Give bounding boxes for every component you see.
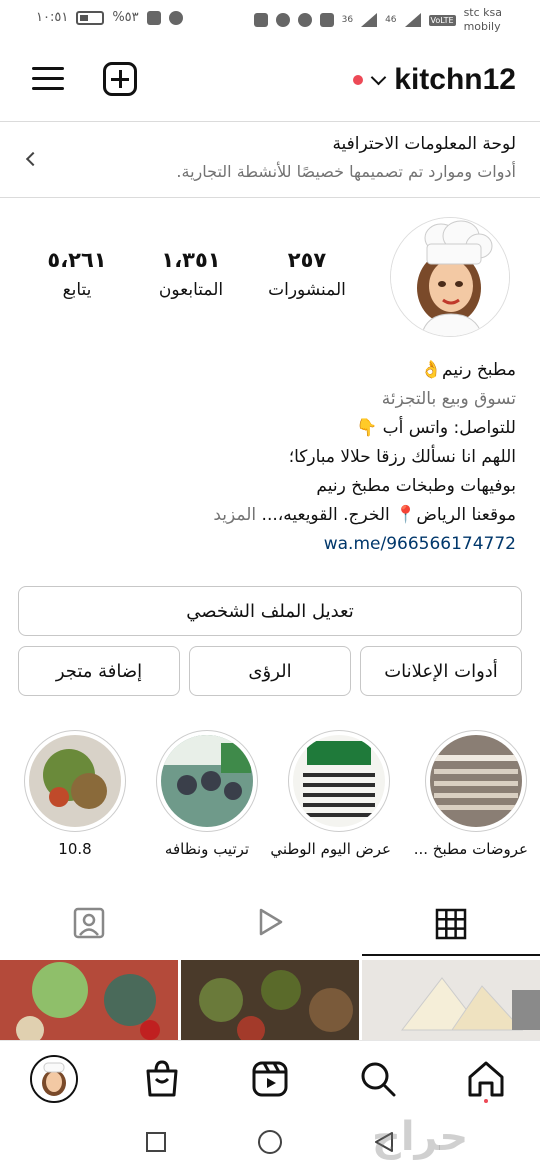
profile-avatar[interactable]: [390, 217, 510, 337]
bio-line-4-text: موقعنا الرياض📍 الخرج. القويعيه،...: [261, 505, 516, 525]
highlight-2-image: [293, 735, 385, 827]
reels-icon: [252, 1061, 288, 1097]
bio-website-link[interactable]: wa.me/966566174772: [16, 530, 516, 559]
profile-name: مطبخ رنيم👌: [420, 360, 516, 380]
highlight-1-label: عروضات مطبخ ...: [413, 840, 528, 858]
bio-line-1: للتواصل: واتس أب 👇: [356, 418, 516, 438]
profile-thumb-icon: [32, 1057, 76, 1101]
chevron-left-icon: [25, 151, 41, 167]
highlight-2[interactable]: عرض اليوم الوطني: [270, 730, 391, 858]
grid-icon: [435, 908, 467, 940]
highlight-2-label: عرض اليوم الوطني: [270, 840, 391, 858]
insights-button[interactable]: الرؤى: [189, 646, 351, 696]
carrier-2: mobily: [463, 20, 501, 33]
highlight-1-image: [430, 735, 522, 827]
vibrate-icon: [146, 10, 161, 25]
volte-badge: VoLTE: [428, 14, 456, 26]
username: kitchn12: [394, 63, 516, 96]
battery-percent: %٥٣: [112, 10, 139, 25]
nav-search[interactable]: [354, 1055, 402, 1103]
posts-label: المنشورات: [268, 280, 346, 300]
home-icon: [468, 1061, 504, 1103]
ad-tools-button[interactable]: أدوات الإعلانات: [360, 646, 522, 696]
battery-icon: [76, 10, 105, 25]
tab-posts-grid[interactable]: [362, 890, 540, 956]
highlight-3-ring: [156, 730, 258, 832]
nav-profile-avatar[interactable]: [30, 1055, 78, 1103]
home-circle-icon[interactable]: [258, 1130, 282, 1154]
following-count: ٥،٢٦١: [47, 248, 107, 272]
messenger-icon: [297, 13, 312, 27]
highlight-4-ring: [24, 730, 126, 832]
highlight-1-ring: [425, 730, 527, 832]
instagram-icon: [253, 13, 268, 27]
create-post-icon[interactable]: [103, 62, 137, 96]
highlight-3-label: ترتيب ونظافه: [164, 840, 250, 858]
posts-grid: [0, 960, 540, 1040]
carrier-1: stc ksa: [463, 6, 502, 19]
highlight-1[interactable]: عروضات مطبخ ...: [413, 730, 528, 858]
shopping-bag-icon: [146, 1060, 178, 1097]
highlight-3[interactable]: ترتيب ونظافه: [155, 730, 259, 858]
add-shop-button[interactable]: إضافة متجر: [18, 646, 180, 696]
chevron-down-icon: [371, 69, 387, 85]
missed-call-icon: [319, 13, 334, 27]
tagged-person-icon: [73, 907, 105, 939]
stat-posts[interactable]: ٢٥٧ المنشورات: [252, 248, 362, 300]
signal-label-1: 36: [341, 15, 354, 25]
signal-icon-2: [404, 13, 421, 27]
dashboard-title: لوحة المعلومات الاحترافية: [332, 134, 516, 154]
followers-label: المتابعون: [158, 280, 224, 300]
facebook-icon: [275, 13, 290, 27]
nav-home[interactable]: [462, 1055, 510, 1103]
bottom-navigation: [0, 1040, 540, 1116]
edit-profile-button[interactable]: تعديل الملف الشخصي: [18, 586, 522, 636]
search-icon: [361, 1062, 396, 1097]
more-link[interactable]: المزيد: [213, 505, 256, 525]
highlight-4-label: 10.8: [58, 840, 92, 858]
highlight-2-ring: [288, 730, 390, 832]
highlight-4-image: [29, 735, 121, 827]
notification-dot: [353, 75, 364, 85]
bio-line-4: موقعنا الرياض📍 الخرج. القويعيه،... المزي…: [16, 501, 516, 530]
recents-icon[interactable]: [146, 1132, 166, 1152]
menu-icon[interactable]: [32, 65, 64, 93]
bio-line-3: بوفيهات وطبخات مطبخ رنيم: [316, 476, 516, 496]
professional-dashboard[interactable]: لوحة المعلومات الاحترافية أدوات وموارد ت…: [0, 121, 540, 198]
dashboard-subtitle: أدوات وموارد تم تصميمها خصيصًا للأنشطة ا…: [176, 162, 516, 181]
tab-reels[interactable]: [180, 890, 360, 956]
top-app-bar: kitchn12: [0, 40, 540, 120]
clock: ١٠:٥١: [36, 10, 69, 25]
profile-bio: مطبخ رنيم👌 تسوق وبيع بالتجزئة للتواصل: و…: [16, 356, 516, 559]
bio-line-2: اللهم انا نسألك رزقا حلالا مباركا؛: [288, 447, 516, 467]
play-icon: [259, 908, 283, 936]
chef-avatar-icon: [391, 218, 509, 336]
grid-post-2[interactable]: [181, 960, 359, 1040]
posts-count: ٢٥٧: [287, 248, 327, 272]
grid-post-3[interactable]: [0, 960, 178, 1040]
nav-reels[interactable]: [246, 1055, 294, 1103]
highlight-4[interactable]: 10.8: [23, 730, 127, 858]
highlight-3-image: [161, 735, 253, 827]
status-left: ١٠:٥١ %٥٣: [36, 10, 183, 25]
signal-icon-1: [361, 13, 378, 27]
profile-tabs: [0, 890, 540, 956]
alarm-icon: [168, 10, 183, 25]
grid-post-1[interactable]: [362, 960, 540, 1040]
stat-following[interactable]: ٥،٢٦١ يتابع: [22, 248, 132, 300]
following-label: يتابع: [62, 280, 92, 300]
watermark-logo: حراج: [372, 1114, 469, 1160]
status-right: 36 46 VoLTE stc ksa mobily: [253, 6, 502, 34]
nav-shop[interactable]: [138, 1055, 186, 1103]
followers-count: ١،٣٥١: [161, 248, 221, 272]
tab-tagged[interactable]: [0, 890, 180, 956]
status-bar: ١٠:٥١ %٥٣ 36 46 VoLTE stc ksa mobily: [0, 0, 540, 40]
profile-category: تسوق وبيع بالتجزئة: [381, 389, 516, 409]
account-switcher[interactable]: kitchn12: [353, 58, 516, 102]
stat-followers[interactable]: ١،٣٥١ المتابعون: [136, 248, 246, 300]
carrier-names: stc ksa mobily: [464, 6, 502, 34]
signal-label-2: 46: [385, 15, 397, 25]
